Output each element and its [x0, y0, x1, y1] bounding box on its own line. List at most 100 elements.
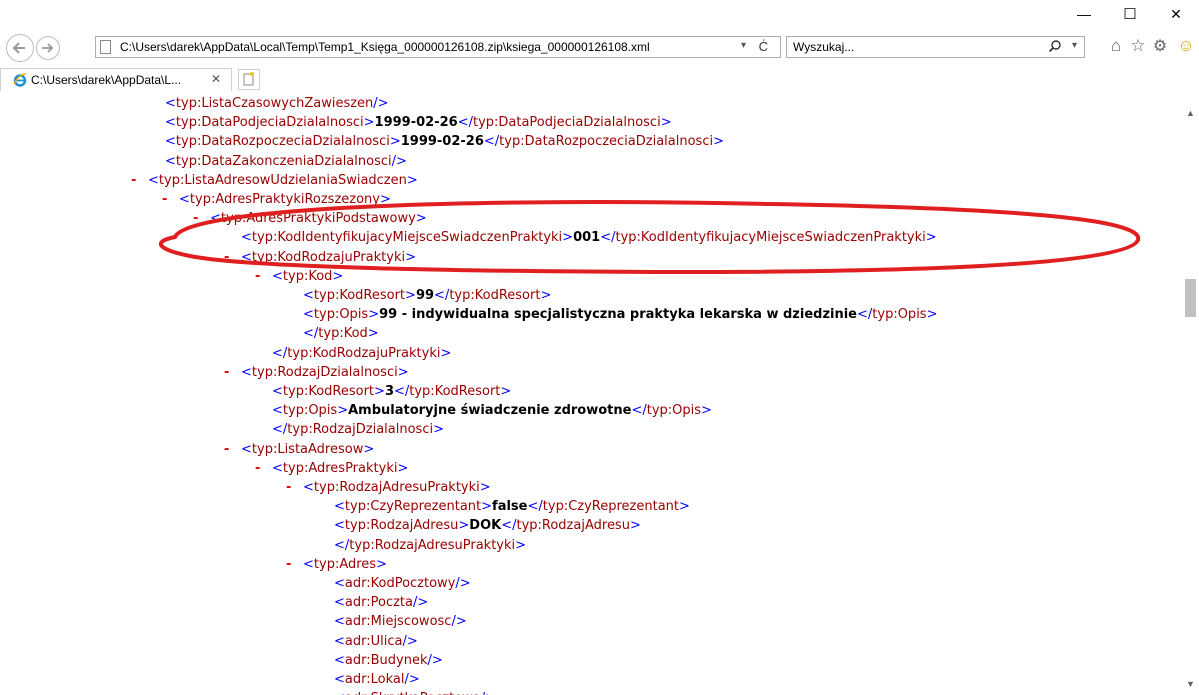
xml-line: - <typ:Adres>	[286, 555, 387, 575]
scroll-up-icon[interactable]: ▲	[1186, 108, 1195, 118]
xml-line: <adr:Lokal/>	[334, 672, 420, 687]
xml-closing-tag-name: typ:KodResort	[449, 288, 541, 303]
feedback-button[interactable]: ☺	[1177, 35, 1195, 57]
xml-value: DOK	[469, 518, 502, 534]
xml-line: <adr:Ulica/>	[334, 633, 418, 649]
page-icon	[100, 40, 111, 54]
search-box[interactable]: ▾	[786, 36, 1085, 58]
xml-line: <typ:DataRozpoczeciaDzialalnosci>1999-02…	[165, 134, 724, 150]
collapse-toggle[interactable]: -	[131, 171, 148, 191]
xml-value: Ambulatoryjne świadczenie zdrowotne	[348, 403, 632, 419]
smiley-icon: ☺	[1177, 36, 1195, 55]
xml-line: - <typ:AdresPraktykiPodstawowy>	[193, 209, 427, 229]
search-input[interactable]	[793, 39, 1023, 55]
xml-closing-tag-name: typ:KodRodzajuPraktyki	[287, 345, 441, 361]
navigation-bar: C:\Users\darek\AppData\Local\Temp\Temp1_…	[0, 30, 1199, 64]
xml-line: <typ:DataPodjeciaDzialalnosci>1999-02-26…	[165, 115, 672, 131]
settings-button[interactable]: ⚙	[1150, 35, 1170, 57]
xml-line: <typ:CzyReprezentant>false</typ:CzyRepre…	[334, 499, 690, 515]
forward-arrow-icon	[42, 43, 54, 53]
xml-tag-name: typ:ListaAdresow	[251, 441, 364, 457]
gear-icon: ⚙	[1152, 38, 1168, 55]
xml-line: <adr:Budynek/>	[334, 652, 443, 668]
xml-tag-name: typ:CzyReprezentant	[344, 499, 482, 515]
xml-line: <typ:DataZakonczeniaDzialalnosci/>	[165, 153, 407, 169]
collapse-toggle[interactable]: -	[224, 248, 241, 268]
new-tab-button[interactable]	[238, 69, 260, 90]
xml-closing-tag-name: typ:DataPodjeciaDzialalnosci	[472, 115, 661, 131]
xml-line: <typ:KodIdentyfikujacyMiejsceSwiadczenPr…	[241, 230, 937, 246]
xml-tag-name: typ:KodResort	[313, 288, 406, 303]
xml-line: - <typ:KodRodzajuPraktyki>	[224, 248, 416, 268]
xml-tag-name: typ:AdresPraktykiPodstawowy	[220, 211, 416, 227]
collapse-toggle[interactable]: -	[193, 209, 210, 229]
collapse-toggle[interactable]: -	[286, 478, 303, 498]
collapse-toggle[interactable]: -	[286, 555, 303, 575]
xml-closing-tag-name: typ:KodIdentyfikujacyMiejsceSwiadczenPra…	[615, 230, 926, 246]
xml-value: false	[492, 499, 528, 515]
search-dropdown-icon[interactable]: ▾	[1072, 40, 1077, 51]
xml-value: 3	[384, 384, 394, 399]
maximize-icon: ☐	[1123, 6, 1137, 23]
new-tab-icon	[243, 72, 254, 86]
tab-title: C:\Users\darek\AppData\L...	[31, 73, 182, 87]
xml-tag-name: typ:RodzajAdresu	[344, 518, 459, 534]
xml-line: - <typ:AdresPraktyki>	[255, 459, 408, 479]
xml-tag-name: adr:Poczta	[344, 595, 413, 611]
xml-line: <typ:KodResort>3</typ:KodResort>	[272, 384, 512, 399]
xml-tag-name: adr:Ulica	[344, 633, 403, 649]
vertical-scrollbar[interactable]: ▲ ▼	[1182, 92, 1199, 695]
collapse-toggle[interactable]: -	[224, 363, 241, 383]
scroll-down-icon[interactable]: ▼	[1186, 679, 1195, 689]
collapse-toggle[interactable]: -	[255, 267, 272, 287]
tab-current[interactable]: C:\Users\darek\AppData\L... ✕	[0, 68, 232, 91]
xml-closing-tag-name: typ:CzyReprezentant	[542, 499, 680, 515]
xml-line: <adr:Miejscowosc/>	[334, 614, 467, 630]
forward-button[interactable]	[36, 36, 60, 60]
xml-value: 99 - indywidualna specjalistyczna prakty…	[379, 307, 857, 323]
xml-tag-name: typ:RodzajDzialalnosci	[251, 364, 398, 380]
favorites-button[interactable]: ☆	[1128, 35, 1148, 57]
xml-tag-name: adr:Lokal	[344, 672, 405, 687]
home-icon: ⌂	[1110, 36, 1122, 55]
scrollbar-thumb[interactable]	[1185, 279, 1196, 317]
refresh-icon[interactable]: Ċ	[759, 39, 768, 54]
xml-tag-name: typ:DataZakonczeniaDzialalnosci	[175, 153, 392, 169]
home-button[interactable]: ⌂	[1106, 35, 1126, 57]
xml-tag-name: typ:Kod	[282, 268, 333, 284]
address-dropdown-icon[interactable]: ▾	[741, 40, 746, 51]
search-icon[interactable]	[1048, 39, 1062, 53]
maximize-button[interactable]: ☐	[1107, 0, 1153, 28]
xml-tag-name: adr:KodPocztowy	[344, 576, 456, 591]
collapse-toggle[interactable]: -	[255, 459, 272, 479]
xml-closing-tag-name: typ:RodzajDzialalnosci	[287, 422, 434, 438]
xml-line: <typ:Opis>99 - indywidualna specjalistyc…	[303, 307, 938, 323]
xml-line: <adr:KodPocztowy/>	[334, 576, 471, 591]
xml-tag-name: typ:Opis	[313, 307, 369, 323]
xml-tag-name: typ:ListaAdresowUdzielaniaSwiadczen	[158, 172, 407, 188]
minimize-button[interactable]: —	[1061, 0, 1107, 28]
xml-tag-name: typ:DataRozpoczeciaDzialalnosci	[175, 134, 390, 150]
collapse-toggle[interactable]: -	[162, 190, 179, 210]
xml-tag-name: typ:ListaCzasowychZawieszen	[175, 96, 374, 111]
xml-tag-name: typ:Adres	[313, 556, 377, 572]
address-url: C:\Users\darek\AppData\Local\Temp\Temp1_…	[120, 40, 650, 54]
internet-explorer-icon	[13, 73, 27, 87]
address-bar[interactable]: C:\Users\darek\AppData\Local\Temp\Temp1_…	[95, 36, 781, 58]
tab-bar: C:\Users\darek\AppData\L... ✕	[0, 64, 1199, 92]
xml-tag-name: typ:DataPodjeciaDzialalnosci	[175, 115, 364, 131]
xml-line: - <typ:RodzajDzialalnosci>	[224, 363, 409, 383]
xml-document-view: <typ:ListaCzasowychZawieszen/> <typ:DataP…	[0, 92, 1182, 695]
xml-value: 001	[573, 230, 601, 246]
xml-closing-tag-name: typ:RodzajAdresuPraktyki	[349, 537, 516, 553]
xml-value: 1999-02-26	[374, 115, 458, 131]
close-icon: ✕	[1170, 5, 1182, 22]
collapse-toggle[interactable]: -	[224, 440, 241, 460]
back-button[interactable]	[6, 34, 34, 62]
xml-line: <adr:Poczta/>	[334, 595, 429, 611]
xml-value: 99	[415, 288, 435, 303]
close-window-button[interactable]: ✕	[1153, 0, 1199, 28]
xml-line: </typ:Kod>	[303, 326, 379, 342]
tab-close-icon[interactable]: ✕	[211, 72, 221, 86]
xml-line: <typ:KodResort>99</typ:KodResort>	[303, 288, 552, 303]
